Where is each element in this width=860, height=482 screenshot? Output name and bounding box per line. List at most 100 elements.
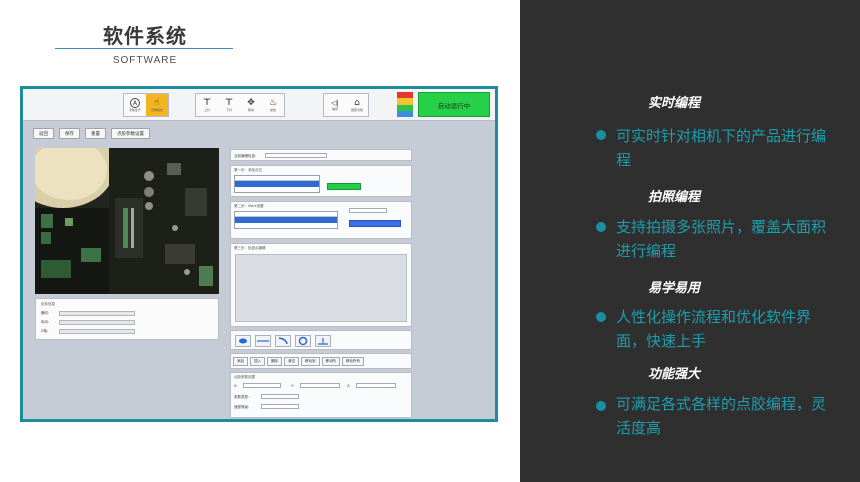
needle-up-icon: ⊤ [202, 98, 212, 108]
step2-panel: 第二步：Mark设置 [230, 201, 412, 239]
circle-shape-icon [298, 336, 308, 346]
op-clear-button[interactable]: 清空 [284, 357, 299, 366]
save-button[interactable]: 保存 [59, 128, 80, 139]
step1-selected-row[interactable] [235, 181, 319, 187]
feature-text-realtime: 可实时针对相机下的产品进行编程 [616, 127, 827, 169]
op-move-at-button[interactable]: 移动所 [321, 357, 340, 366]
coordinate-info-title: 坐标信息 [41, 302, 55, 306]
step2-title: 第二步：Mark设置 [234, 204, 264, 208]
feature-heading-easy: 易学易用 [648, 281, 701, 296]
alarm-clear-label: 报警清除 [350, 108, 363, 112]
param-type-label: 参数类型: [234, 395, 250, 399]
coordinate-info-panel: 坐标信息 横向: 纵向: Z轴: [35, 298, 219, 340]
step3-panel: 第三步：轨迹点编辑 [230, 243, 412, 327]
step1-confirm-button[interactable] [327, 183, 361, 190]
speed-level-label: 速度等级: [234, 405, 250, 409]
mute-label: 静音 [331, 107, 338, 111]
op-insert-button[interactable]: 插入 [250, 357, 265, 366]
shape-tool-panel [230, 330, 412, 350]
step1-panel: 第一步：添加点位 [230, 165, 412, 197]
trajectory-select-panel: 当前编辑轨迹: [230, 149, 412, 161]
coord-field-x[interactable] [59, 311, 135, 316]
clean-tool-button[interactable] [315, 335, 331, 347]
param-field-x[interactable] [243, 383, 281, 388]
needle-up-button[interactable]: ⊤ 上针 [196, 94, 218, 116]
back-button[interactable]: 返回 [33, 128, 54, 139]
coord-field-z[interactable] [59, 329, 135, 334]
feature-bullet-icon [596, 401, 606, 411]
step2-mark-select[interactable] [349, 208, 387, 213]
feature-heading-powerful: 功能强大 [648, 367, 701, 382]
coord-label-z: Z轴: [41, 329, 49, 333]
get-mark-position-button[interactable] [349, 220, 401, 227]
feature-heading-realtime: 实时编程 [648, 96, 701, 111]
a-circle-icon: A [130, 98, 140, 108]
slide-subtitle: SOFTWARE [112, 55, 178, 66]
dispense-params-panel: 点胶参数设置 X: Y: Z: 参数类型: 速度等级: [230, 372, 412, 418]
param-field-z[interactable] [356, 383, 396, 388]
param-field-y[interactable] [300, 383, 340, 388]
move-label: 移动 [247, 108, 254, 112]
brush-shape-icon [318, 338, 328, 345]
point-ops-panel: 添加 插入 删除 清空 移动到 移动所 移动所有 [230, 353, 412, 369]
step2-mark-table[interactable] [234, 211, 338, 229]
features-panel: 实时编程 可实时针对相机下的产品进行编程 拍照编程 支持拍摄多张照片，覆盖大面积… [520, 0, 860, 482]
op-move-all-button[interactable]: 移动所有 [342, 357, 364, 366]
teach-mode-label: 示教模式 [150, 108, 163, 112]
reset-button[interactable]: 重置 [85, 128, 106, 139]
software-toolbar: A 清除生产 ☝ 示教模式 ⊤ 上针 ⊤ 下针 ✥ 移动 ♨ 加热 ◁| 静音 … [23, 89, 495, 121]
teach-mode-button[interactable]: ☝ 示教模式 [146, 94, 168, 116]
alarm-clear-button[interactable]: ⌂ 报警清除 [346, 94, 368, 116]
heat-button[interactable]: ♨ 加热 [262, 94, 284, 116]
speed-level-select[interactable] [261, 404, 299, 409]
param-label-y: Y: [291, 384, 294, 388]
slide-title: 软件系统 [103, 24, 187, 48]
heat-icon: ♨ [268, 98, 278, 108]
feature-text-powerful: 可满足各式各样的点胶编程，灵活度高 [616, 395, 827, 437]
feature-bullet-icon [596, 312, 606, 322]
param-type-select[interactable] [261, 394, 299, 399]
arc-tool-button[interactable] [275, 335, 291, 347]
feature-text-easy: 人性化操作流程和优化软件界面，快速上手 [616, 308, 812, 350]
status-light-blue [397, 110, 413, 117]
move-button[interactable]: ✥ 移动 [240, 94, 262, 116]
op-move-to-button[interactable]: 移动到 [301, 357, 320, 366]
line-shape-icon [257, 340, 269, 342]
hand-pointer-icon: ☝ [154, 98, 160, 108]
heat-label: 加热 [269, 108, 276, 112]
coord-label-y: 纵向: [41, 320, 50, 324]
param-label-z: Z: [347, 384, 351, 388]
needle-down-icon: ⊤ [224, 98, 234, 108]
shape-tool-row [235, 335, 331, 347]
clear-production-label: 清除生产 [128, 108, 141, 112]
action-button-row: 返回 保存 重置 点胶参数设置 [33, 128, 150, 139]
arc-shape-icon [278, 337, 288, 345]
feature-bullet-icon [596, 222, 606, 232]
trajectory-select[interactable] [265, 153, 327, 158]
clear-production-button[interactable]: A 清除生产 [124, 94, 146, 116]
line-tool-button[interactable] [255, 335, 271, 347]
dot-shape-icon [239, 338, 247, 344]
needle-down-button[interactable]: ⊤ 下针 [218, 94, 240, 116]
step1-point-table[interactable] [234, 175, 320, 193]
point-tool-button[interactable] [235, 335, 251, 347]
alarm-reset-icon: ⌂ [354, 98, 360, 108]
op-add-button[interactable]: 添加 [233, 357, 248, 366]
speaker-icon: ◁| [331, 99, 339, 107]
step3-title: 第三步：轨迹点编辑 [234, 246, 266, 250]
coord-field-y[interactable] [59, 320, 135, 325]
dispense-settings-button[interactable]: 点胶参数设置 [111, 128, 150, 139]
trajectory-edit-canvas[interactable] [235, 254, 407, 322]
toolbar-group-mode: A 清除生产 ☝ 示教模式 [123, 93, 169, 117]
step2-selected-row[interactable] [235, 217, 337, 223]
auto-run-status[interactable]: 自动运行中 [418, 92, 490, 117]
camera-view[interactable] [35, 148, 219, 294]
mute-button[interactable]: ◁| 静音 [324, 94, 346, 116]
op-delete-button[interactable]: 删除 [267, 357, 282, 366]
pcb-camera-image [35, 148, 219, 294]
toolbar-group-motion: ⊤ 上针 ⊤ 下针 ✥ 移动 ♨ 加热 [195, 93, 285, 117]
circle-tool-button[interactable] [295, 335, 311, 347]
feature-text-photo: 支持拍摄多张照片，覆盖大面积进行编程 [616, 218, 827, 260]
coord-label-x: 横向: [41, 311, 50, 315]
move-arrows-icon: ✥ [247, 98, 255, 108]
